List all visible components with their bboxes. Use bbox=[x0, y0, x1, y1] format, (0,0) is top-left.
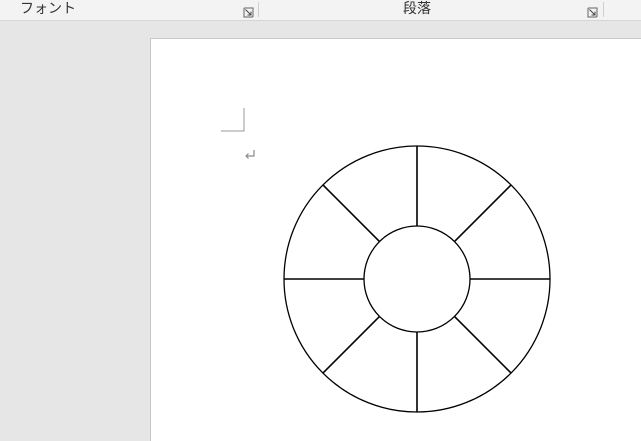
ribbon-group-separator bbox=[258, 2, 259, 17]
paragraph-group-label: 段落 bbox=[403, 1, 431, 17]
ribbon-group-labels: フォント 段落 bbox=[0, 0, 641, 21]
ribbon-group-separator bbox=[603, 2, 604, 17]
divided-ring-shape[interactable] bbox=[282, 144, 552, 414]
font-dialog-launcher-icon[interactable] bbox=[243, 3, 254, 18]
text-boundary-corner-icon bbox=[221, 108, 245, 132]
paragraph-dialog-launcher-icon[interactable] bbox=[587, 3, 598, 18]
paragraph-return-icon bbox=[245, 150, 255, 159]
inner-circle bbox=[363, 225, 471, 333]
font-group-label: フォント bbox=[20, 1, 76, 17]
